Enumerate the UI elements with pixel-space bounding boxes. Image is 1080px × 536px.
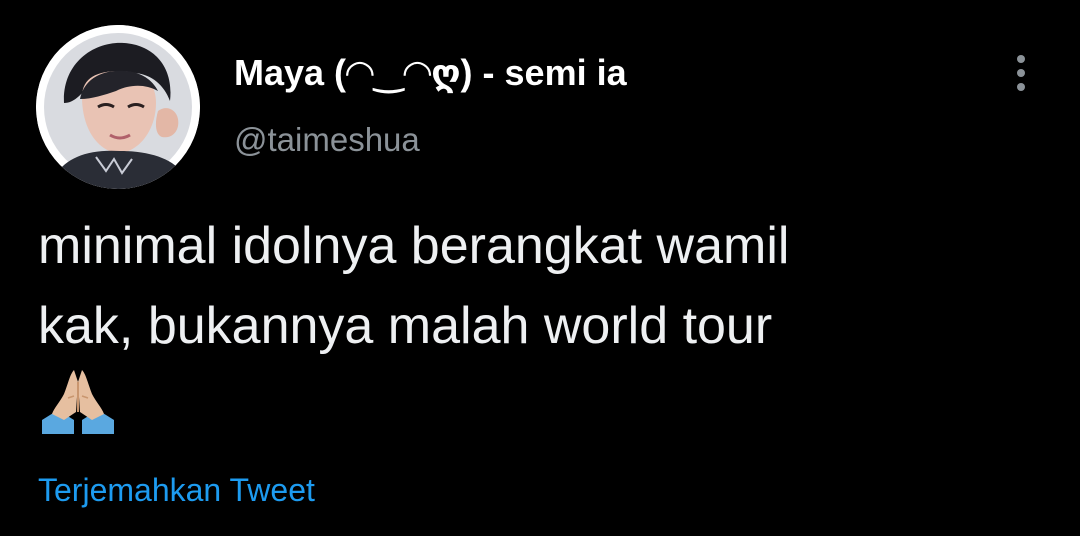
more-options-button[interactable]	[1004, 50, 1038, 96]
tweet-text: minimal idolnya berangkat wamil kak, buk…	[38, 217, 790, 355]
profile-photo-icon	[36, 25, 200, 189]
display-name[interactable]: Maya (◠‿◠ღ) - semi ia	[234, 52, 627, 94]
translate-tweet-link[interactable]: Terjemahkan Tweet	[38, 470, 315, 510]
more-options-vertical-icon	[1017, 55, 1025, 91]
avatar[interactable]	[36, 25, 200, 189]
folded-hands-icon	[38, 362, 118, 442]
user-handle[interactable]: @taimeshua	[234, 120, 420, 160]
tweet-card: Maya (◠‿◠ღ) - semi ia @taimeshua minimal…	[0, 0, 1080, 536]
folded-hands-emoji	[42, 370, 114, 434]
